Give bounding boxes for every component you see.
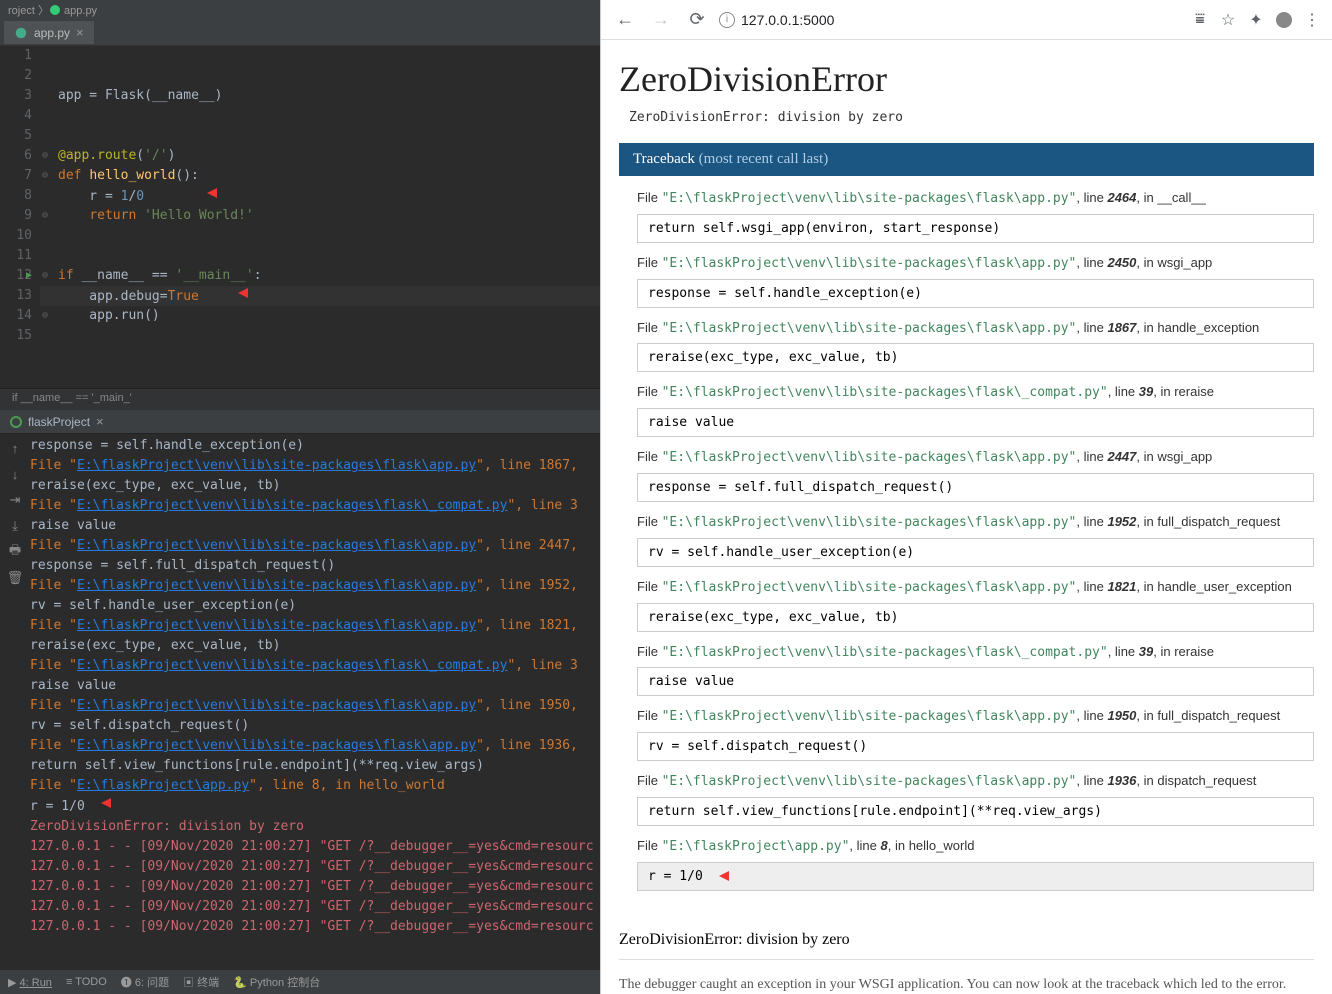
close-icon[interactable]: ×	[76, 25, 84, 40]
console-line: raise value	[30, 676, 600, 696]
back-button[interactable]: ←	[611, 6, 639, 34]
site-info-icon[interactable]: i	[719, 12, 735, 28]
debugger-text: The debugger caught an exception in your…	[619, 960, 1314, 994]
python-file-icon	[14, 26, 28, 40]
console-line: File "E:\flaskProject\venv\lib\site-pack…	[30, 616, 600, 636]
soft-wrap-icon[interactable]: ⇥	[7, 492, 23, 508]
traceback-frame[interactable]: File "E:\flaskProject\venv\lib\site-pack…	[637, 706, 1314, 761]
traceback-frame[interactable]: File "E:\flaskProject\venv\lib\site-pack…	[637, 382, 1314, 437]
traceback-frame[interactable]: File "E:\flaskProject\venv\lib\site-pack…	[637, 188, 1314, 243]
traceback-frame[interactable]: File "E:\flaskProject\venv\lib\site-pack…	[637, 447, 1314, 502]
console-line: 127.0.0.1 - - [09/Nov/2020 21:00:27] "GE…	[30, 897, 600, 917]
star-icon[interactable]: ☆	[1218, 10, 1238, 30]
trash-icon[interactable]: 🗑	[7, 570, 23, 586]
scroll-down-icon[interactable]: ↓	[7, 466, 23, 482]
console-output[interactable]: response = self.handle_exception(e) File…	[30, 434, 600, 970]
status-bar: ▶ 4: Run ≡ TODO ❶ 6: 问题 ▣ 终端 🐍 Python 控制…	[0, 970, 600, 994]
project-path: roject 〉 app.py	[0, 0, 600, 20]
url-text: 127.0.0.1:5000	[741, 12, 834, 28]
console-line: File "E:\flaskProject\venv\lib\site-pack…	[30, 576, 600, 596]
page-content: ZeroDivisionError ZeroDivisionError: div…	[601, 40, 1332, 994]
run-status-icon	[10, 416, 22, 428]
tab-label: app.py	[34, 26, 70, 40]
traceback-frames: File "E:\flaskProject\venv\lib\site-pack…	[619, 176, 1314, 913]
status-python-console[interactable]: 🐍 Python 控制台	[233, 974, 320, 990]
tab-app-py[interactable]: app.py ×	[4, 21, 94, 44]
console-panel: flaskProject × ↑ ↓ ⇥ ⤓ 🖶 🗑 response = se…	[0, 410, 600, 970]
console-line: rv = self.dispatch_request()	[30, 716, 600, 736]
forward-button[interactable]: →	[647, 6, 675, 34]
status-run[interactable]: ▶ 4: Run	[8, 976, 52, 989]
scroll-to-end-icon[interactable]: ⤓	[7, 518, 23, 534]
console-line: File "E:\flaskProject\app.py", line 8, i…	[30, 776, 600, 796]
console-line: 127.0.0.1 - - [09/Nov/2020 21:00:27] "GE…	[30, 917, 600, 937]
traceback-frame[interactable]: File "E:\flaskProject\venv\lib\site-pack…	[637, 642, 1314, 697]
status-todo[interactable]: ≡ TODO	[66, 976, 107, 988]
scroll-up-icon[interactable]: ↑	[7, 440, 23, 456]
traceback-frame[interactable]: File "E:\flaskProject\venv\lib\site-pack…	[637, 577, 1314, 632]
traceback-frame[interactable]: File "E:\flaskProject\venv\lib\site-pack…	[637, 318, 1314, 373]
console-line: File "E:\flaskProject\venv\lib\site-pack…	[30, 696, 600, 716]
menu-icon[interactable]: ⋮	[1302, 10, 1322, 30]
browser-toolbar: ← → ⟳ i 127.0.0.1:5000 ⩸ ☆ ✦ ⋮	[601, 0, 1332, 40]
console-line: response = self.full_dispatch_request()	[30, 556, 600, 576]
console-toolbar: ↑ ↓ ⇥ ⤓ 🖶 🗑	[0, 434, 30, 970]
console-tab-label: flaskProject	[28, 415, 90, 429]
bottom-error: ZeroDivisionError: division by zero	[619, 921, 1314, 960]
console-line: return self.view_functions[rule.endpoint…	[30, 756, 600, 776]
console-line: File "E:\flaskProject\venv\lib\site-pack…	[30, 536, 600, 556]
page-title: ZeroDivisionError	[619, 58, 1314, 100]
breadcrumb: if __name__ == '_main_'	[0, 388, 600, 410]
console-line: 127.0.0.1 - - [09/Nov/2020 21:00:27] "GE…	[30, 837, 600, 857]
editor-tabs: app.py ×	[0, 20, 600, 46]
console-line: 127.0.0.1 - - [09/Nov/2020 21:00:27] "GE…	[30, 877, 600, 897]
console-line: File "E:\flaskProject\venv\lib\site-pack…	[30, 496, 600, 516]
console-line: reraise(exc_type, exc_value, tb)	[30, 636, 600, 656]
traceback-frame[interactable]: File "E:\flaskProject\venv\lib\site-pack…	[637, 512, 1314, 567]
reload-button[interactable]: ⟳	[683, 6, 711, 34]
traceback-frame[interactable]: File "E:\flaskProject\venv\lib\site-pack…	[637, 771, 1314, 826]
console-line: reraise(exc_type, exc_value, tb)	[30, 476, 600, 496]
console-line: response = self.handle_exception(e)	[30, 436, 600, 456]
console-line: rv = self.handle_user_exception(e)	[30, 596, 600, 616]
traceback-frame[interactable]: File "E:\flaskProject\venv\lib\site-pack…	[637, 253, 1314, 308]
print-icon[interactable]: 🖶	[7, 544, 23, 560]
status-terminal[interactable]: ▣ 终端	[183, 974, 219, 990]
code-area[interactable]: app = Flask(__name__) ⊖@app.route('/') ⊖…	[40, 46, 600, 388]
translate-icon[interactable]: ⩸	[1190, 10, 1210, 30]
exception-message: ZeroDivisionError: division by zero	[629, 110, 1314, 125]
profile-icon[interactable]	[1274, 10, 1294, 30]
console-line: 127.0.0.1 - - [09/Nov/2020 21:00:27] "GE…	[30, 857, 600, 877]
address-bar[interactable]: i 127.0.0.1:5000	[719, 12, 1182, 28]
console-line: File "E:\flaskProject\venv\lib\site-pack…	[30, 736, 600, 756]
line-gutter: 123456789101112131415	[0, 46, 40, 388]
console-line: r = 1/0	[30, 796, 600, 817]
extensions-icon[interactable]: ✦	[1246, 10, 1266, 30]
status-problems[interactable]: ❶ 6: 问题	[121, 974, 169, 990]
console-line: File "E:\flaskProject\venv\lib\site-pack…	[30, 456, 600, 476]
ide-panel: roject 〉 app.py app.py × 123456789101112…	[0, 0, 600, 994]
traceback-header: Traceback (most recent call last)	[619, 143, 1314, 176]
console-line: File "E:\flaskProject\venv\lib\site-pack…	[30, 656, 600, 676]
traceback-frame[interactable]: File "E:\flaskProject\app.py", line 8, i…	[637, 836, 1314, 891]
code-editor[interactable]: 123456789101112131415 app = Flask(__name…	[0, 46, 600, 388]
console-tab[interactable]: flaskProject ×	[0, 410, 600, 434]
console-line: ZeroDivisionError: division by zero	[30, 817, 600, 837]
close-icon[interactable]: ×	[96, 414, 104, 429]
browser-panel: ← → ⟳ i 127.0.0.1:5000 ⩸ ☆ ✦ ⋮ ZeroDivis…	[600, 0, 1332, 994]
console-line: raise value	[30, 516, 600, 536]
